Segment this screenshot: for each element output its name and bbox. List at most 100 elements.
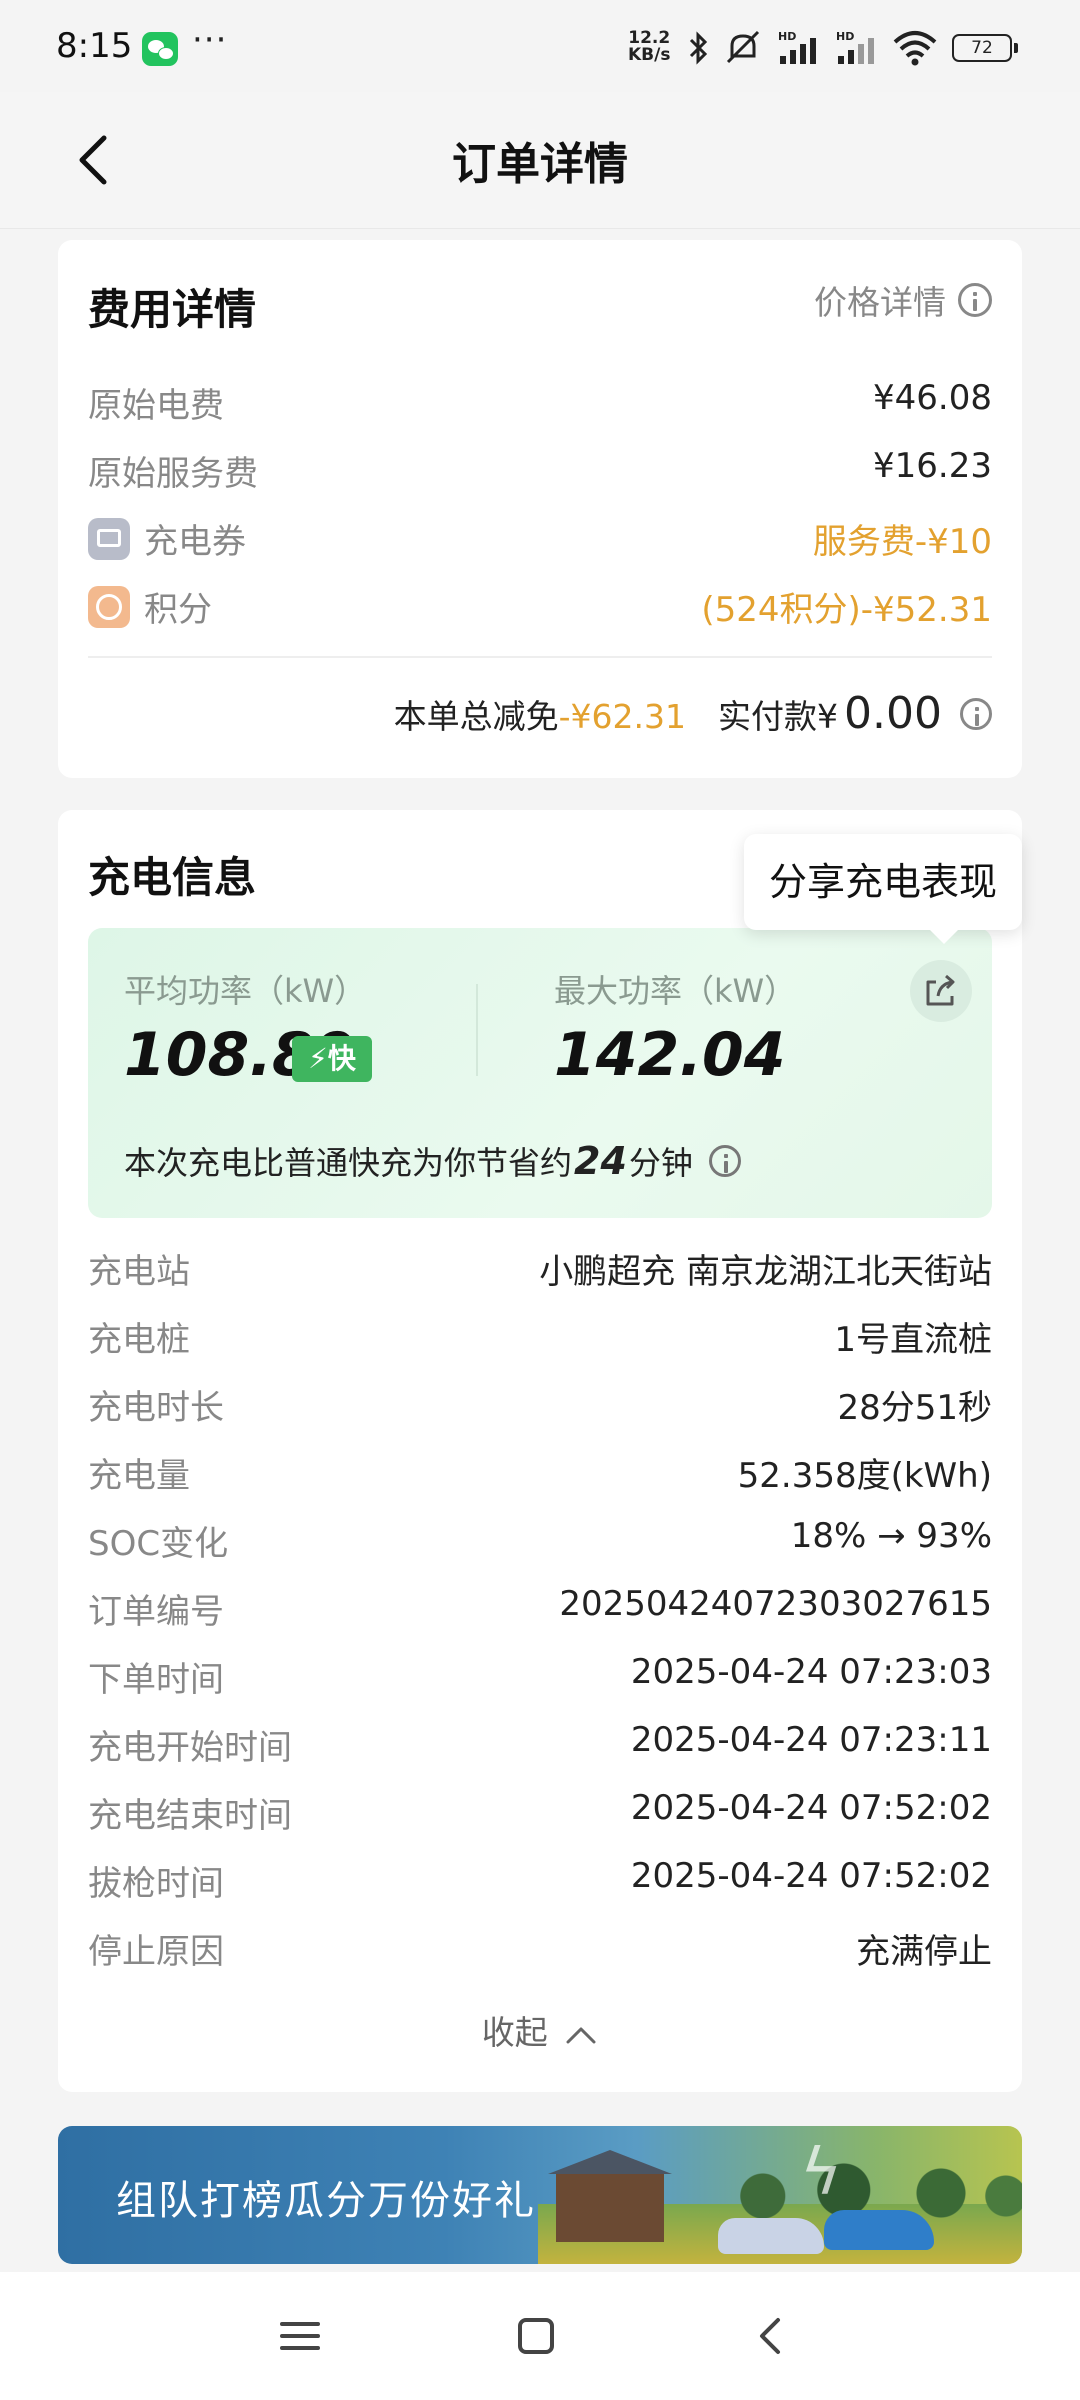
info-row-start-time: 充电开始时间 2025-04-24 07:23:11 <box>88 1720 992 1770</box>
note-minutes: 24 <box>574 1139 627 1183</box>
battery-icon: 72 <box>952 34 1018 62</box>
home-icon[interactable] <box>508 2308 564 2364</box>
fee-totals: 本单总减免 -¥62.31 实付款¥ 0.00 <box>394 688 992 739</box>
status-time: 8:15 <box>56 26 133 66</box>
fee-row-electricity: 原始电费 ¥46.08 <box>88 378 992 428</box>
mute-icon <box>726 30 760 64</box>
info-row-label: SOC变化 <box>88 1524 229 1564</box>
promo-banner[interactable]: ϟ 组队打榜瓜分万份好礼 <box>58 2126 1022 2264</box>
status-bar: 8:15 ··· 12.2 KB/s HD HD 72 <box>0 0 1080 92</box>
info-row-label: 订单编号 <box>88 1592 224 1632</box>
total-discount-value: -¥62.31 <box>558 697 687 736</box>
charging-card-title: 充电信息 <box>88 853 257 902</box>
info-row-label: 充电量 <box>88 1456 190 1496</box>
svg-text:HD: HD <box>778 30 796 43</box>
total-discount-label: 本单总减免 <box>393 697 559 736</box>
info-row-label: 下单时间 <box>88 1660 224 1700</box>
info-row-unplug-time: 拔枪时间 2025-04-24 07:52:02 <box>88 1856 992 1906</box>
price-detail-label: 价格详情 <box>814 283 946 322</box>
fee-row-service: 原始服务费 ¥16.23 <box>88 446 992 496</box>
network-speed-unit: KB/s <box>628 45 671 65</box>
note-prefix: 本次充电比普通快充为你节省约 <box>124 1144 573 1182</box>
info-row-value: 小鹏超充 南京龙湖江北天街站 <box>539 1252 992 1292</box>
fee-row-points: 积分 (524积分)-¥52.31 <box>88 582 992 632</box>
collapse-button[interactable]: 收起 <box>58 2006 1022 2054</box>
info-row-value: 18% → 93% <box>790 1516 992 1556</box>
fee-row-value: ¥16.23 <box>873 446 992 486</box>
info-row-label: 充电开始时间 <box>88 1728 292 1768</box>
charging-info-card: 充电信息 平均功率（kW） 108.89 ⚡快 最大功率（kW） 142.04 … <box>58 810 1022 2092</box>
lightning-icon: ϟ <box>800 2136 843 2210</box>
fee-row-coupon: 充电券 服务费-¥10 <box>88 514 992 564</box>
more-notifications-icon: ··· <box>192 20 228 60</box>
info-row-value: 2025-04-24 07:23:11 <box>630 1720 992 1760</box>
app-header: 订单详情 <box>0 92 1080 229</box>
share-tooltip[interactable]: 分享充电表现 <box>744 834 1022 944</box>
bluetooth-icon <box>689 31 708 65</box>
paid-value: 0.00 <box>844 688 942 739</box>
system-nav-bar <box>0 2272 1080 2400</box>
banner-house <box>548 2150 672 2242</box>
info-row-value: 2025-04-24 07:52:02 <box>630 1788 992 1828</box>
info-icon[interactable] <box>960 697 992 730</box>
info-row-value: 52.358度(kWh) <box>737 1456 992 1496</box>
power-summary-panel: 平均功率（kW） 108.89 ⚡快 最大功率（kW） 142.04 本次充电比… <box>88 928 992 1218</box>
max-power-value: 142.04 <box>554 1020 786 1090</box>
coupon-icon <box>88 517 130 560</box>
banner-car <box>824 2210 934 2250</box>
info-row-pile: 充电桩 1号直流桩 <box>88 1312 992 1362</box>
network-speed: 12.2 KB/s <box>628 30 670 64</box>
info-row-end-time: 充电结束时间 2025-04-24 07:52:02 <box>88 1788 992 1838</box>
avg-power-label: 平均功率（kW） <box>124 972 367 1010</box>
info-row-order-number: 订单编号 2025042407230302761​5 <box>88 1584 992 1634</box>
price-detail-link[interactable]: 价格详情 <box>814 276 992 324</box>
fee-row-label: 充电券 <box>144 522 246 562</box>
paid-label: 实付款¥ <box>718 697 839 736</box>
fee-row-value: 服务费-¥10 <box>812 522 992 562</box>
note-suffix: 分钟 <box>628 1144 693 1182</box>
info-row-stop-reason: 停止原因 充满停止 <box>88 1924 992 1974</box>
info-row-value: 28分51秒 <box>837 1388 992 1428</box>
fee-row-value: ¥46.08 <box>873 378 992 418</box>
fast-badge-label: 快 <box>327 1042 356 1075</box>
info-row-label: 充电桩 <box>88 1320 190 1360</box>
fee-row-label: 原始服务费 <box>88 454 258 494</box>
hd-signal-icon: HD <box>778 30 816 64</box>
collapse-label: 收起 <box>481 2013 548 2052</box>
info-icon[interactable] <box>708 1145 741 1177</box>
fee-detail-card: 费用详情 价格详情 原始电费 ¥46.08 原始服务费 ¥16.23 充电券 服… <box>58 240 1022 778</box>
fee-row-value: (524积分)-¥52.31 <box>701 590 992 630</box>
divider <box>476 984 478 1076</box>
info-row-soc: SOC变化 18% → 93% <box>88 1516 992 1566</box>
fee-row-label: 积分 <box>144 590 212 630</box>
info-row-order-time: 下单时间 2025-04-24 07:23:03 <box>88 1652 992 1702</box>
divider <box>88 656 992 658</box>
info-row-label: 充电时长 <box>88 1388 224 1428</box>
wifi-icon <box>893 31 937 66</box>
info-row-duration: 充电时长 28分51秒 <box>88 1380 992 1430</box>
wechat-icon <box>142 32 178 66</box>
svg-text:HD: HD <box>836 30 854 43</box>
info-icon <box>958 283 992 317</box>
share-icon[interactable] <box>910 960 972 1022</box>
info-row-energy: 充电量 52.358度(kWh) <box>88 1448 992 1498</box>
back-nav-icon[interactable] <box>744 2308 800 2364</box>
info-row-label: 充电结束时间 <box>88 1796 292 1836</box>
banner-text: 组队打榜瓜分万份好礼 <box>116 2178 536 2224</box>
hd-signal-icon-2: HD <box>836 30 874 64</box>
info-row-value: 2025-04-24 07:52:02 <box>630 1856 992 1896</box>
points-icon <box>88 585 130 628</box>
chevron-up-icon <box>566 2027 596 2043</box>
info-row-value: 充满停止 <box>856 1932 992 1972</box>
max-power-label: 最大功率（kW） <box>554 972 797 1010</box>
info-row-value[interactable]: 2025042407230302761​5 <box>559 1584 992 1624</box>
banner-car <box>718 2218 824 2254</box>
page-title: 订单详情 <box>452 139 628 190</box>
info-row-label: 拔枪时间 <box>88 1864 224 1904</box>
info-row-value: 1号直流桩 <box>834 1320 992 1360</box>
fast-charge-badge: ⚡快 <box>292 1036 372 1082</box>
menu-icon[interactable] <box>272 2308 328 2364</box>
fee-row-label: 原始电费 <box>88 386 224 426</box>
info-row-value: 2025-04-24 07:23:03 <box>630 1652 992 1692</box>
info-row-label: 停止原因 <box>88 1932 224 1972</box>
